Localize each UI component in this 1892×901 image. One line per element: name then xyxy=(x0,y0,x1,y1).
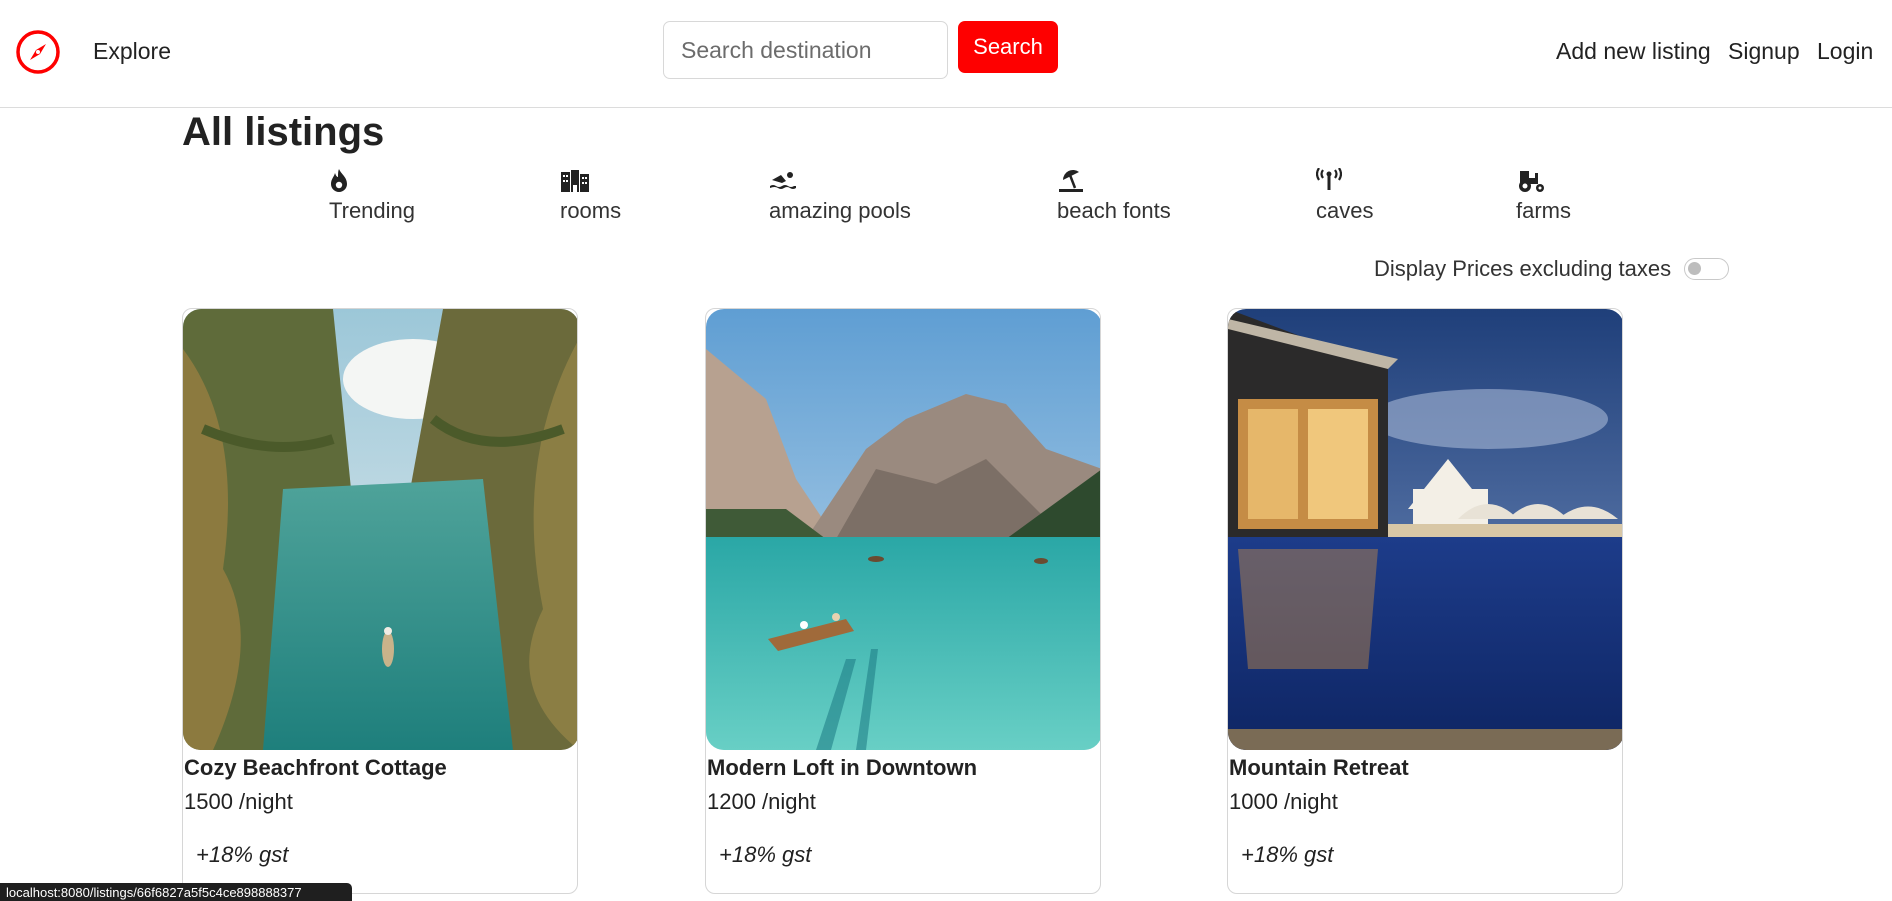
tax-toggle-label: Display Prices excluding taxes xyxy=(1374,256,1672,281)
filter-trending[interactable]: Trending xyxy=(329,168,415,224)
filter-rooms[interactable]: rooms xyxy=(560,168,621,224)
listing-title: Cozy Beachfront Cottage xyxy=(184,755,447,780)
filter-label: Trending xyxy=(329,198,416,223)
swimmer-icon xyxy=(769,168,797,198)
compass-icon[interactable] xyxy=(15,29,61,75)
filter-label: beach fonts xyxy=(1057,198,1171,223)
filter-amazing-pools[interactable]: amazing pools xyxy=(769,168,911,224)
filter-label: farms xyxy=(1516,198,1571,223)
listing-card[interactable]: Modern Loft in Downtown 1200 /night +18%… xyxy=(705,308,1101,894)
filter-caves[interactable]: caves xyxy=(1316,168,1373,224)
fire-icon xyxy=(329,168,349,198)
login-link[interactable]: Login xyxy=(1817,38,1873,65)
listing-tax-info: +18% gst xyxy=(196,842,289,867)
add-new-listing-link[interactable]: Add new listing xyxy=(1556,38,1711,65)
page-title: All listings xyxy=(182,110,385,154)
tax-switch[interactable] xyxy=(1684,258,1730,280)
tower-broadcast-icon xyxy=(1316,168,1342,198)
filter-label: amazing pools xyxy=(769,198,911,223)
filter-beach-fonts[interactable]: beach fonts xyxy=(1057,168,1171,224)
search-input[interactable] xyxy=(663,21,948,79)
search-button[interactable]: Search xyxy=(958,21,1058,73)
listing-image xyxy=(183,309,577,750)
umbrella-beach-icon xyxy=(1057,168,1085,198)
status-url-preview: localhost:8080/listings/66f6827a5f5c4ce8… xyxy=(0,883,352,901)
filter-label: caves xyxy=(1316,198,1374,223)
tax-toggle: Display Prices excluding taxes xyxy=(1374,256,1730,282)
listing-card[interactable]: Cozy Beachfront Cottage 1500 /night +18%… xyxy=(182,308,578,894)
listing-image xyxy=(706,309,1100,750)
tractor-icon xyxy=(1516,168,1546,198)
listing-price: 1500 /night xyxy=(184,789,293,814)
listing-tax-info: +18% gst xyxy=(1241,842,1334,867)
listing-price: 1000 /night xyxy=(1229,789,1338,814)
buildings-icon xyxy=(560,168,590,198)
listing-price: 1200 /night xyxy=(707,789,816,814)
switch-knob xyxy=(1688,262,1702,275)
signup-link[interactable]: Signup xyxy=(1728,38,1800,65)
nav-explore-link[interactable]: Explore xyxy=(93,38,171,65)
listing-title: Modern Loft in Downtown xyxy=(707,755,978,780)
filter-farms[interactable]: farms xyxy=(1516,168,1571,224)
listing-tax-info: +18% gst xyxy=(719,842,812,867)
filter-label: rooms xyxy=(560,198,622,223)
navbar: Explore Search Add new listing Signup Lo… xyxy=(0,0,1892,108)
listing-image xyxy=(1228,309,1622,750)
listing-title: Mountain Retreat xyxy=(1229,755,1409,780)
listing-card[interactable]: Mountain Retreat 1000 /night +18% gst xyxy=(1227,308,1623,894)
